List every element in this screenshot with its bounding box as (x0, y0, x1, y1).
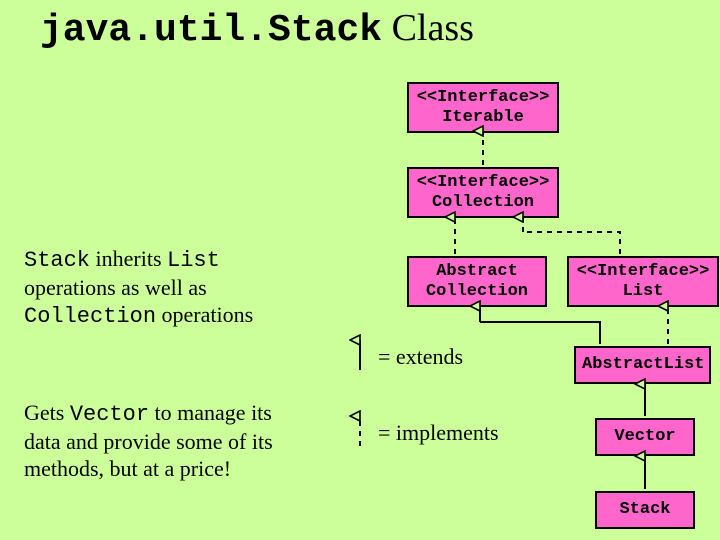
t: operations (156, 302, 253, 327)
diagram-canvas: java.util.Stack Class <<Interface>> Iter… (0, 0, 720, 540)
t: data and provide some of its (24, 429, 334, 456)
box-abstract-list: AbstractList (574, 346, 711, 384)
t: operations as well as (24, 275, 324, 302)
classname: List (575, 282, 711, 302)
title-serif: Class (382, 7, 474, 49)
box-list: <<Interface>> List (567, 256, 719, 307)
note-vector: Gets Vector to manage its data and provi… (24, 400, 334, 482)
box-iterable: <<Interface>> Iterable (407, 82, 559, 133)
t: Gets (24, 400, 70, 425)
t: Collection (24, 304, 156, 329)
stereotype: <<Interface>> (415, 88, 551, 108)
box-vector: Vector (595, 418, 695, 456)
classname: Iterable (415, 108, 551, 128)
box-abstract-collection: Abstract Collection (407, 256, 547, 307)
t: methods, but at a price! (24, 456, 334, 483)
classname-line1: Abstract (415, 262, 539, 282)
legend-extends-label: = extends (378, 344, 463, 370)
title-mono: java.util.Stack (40, 9, 382, 52)
legend-implements-label: = implements (378, 420, 499, 446)
note-inherits: Stack inherits List operations as well a… (24, 246, 324, 330)
box-collection: <<Interface>> Collection (407, 167, 559, 218)
stereotype: <<Interface>> (575, 262, 711, 282)
classname: Vector (603, 427, 687, 447)
stereotype: <<Interface>> (415, 173, 551, 193)
classname: Collection (415, 193, 551, 213)
classname-line2: Collection (415, 282, 539, 302)
t: Stack (24, 248, 90, 273)
t: Vector (70, 402, 149, 427)
page-title: java.util.Stack Class (40, 8, 474, 52)
t: List (167, 248, 220, 273)
box-stack: Stack (595, 491, 695, 529)
t: inherits (90, 246, 167, 271)
t: to manage its (149, 400, 272, 425)
classname: Stack (603, 500, 687, 520)
classname: AbstractList (582, 355, 703, 375)
